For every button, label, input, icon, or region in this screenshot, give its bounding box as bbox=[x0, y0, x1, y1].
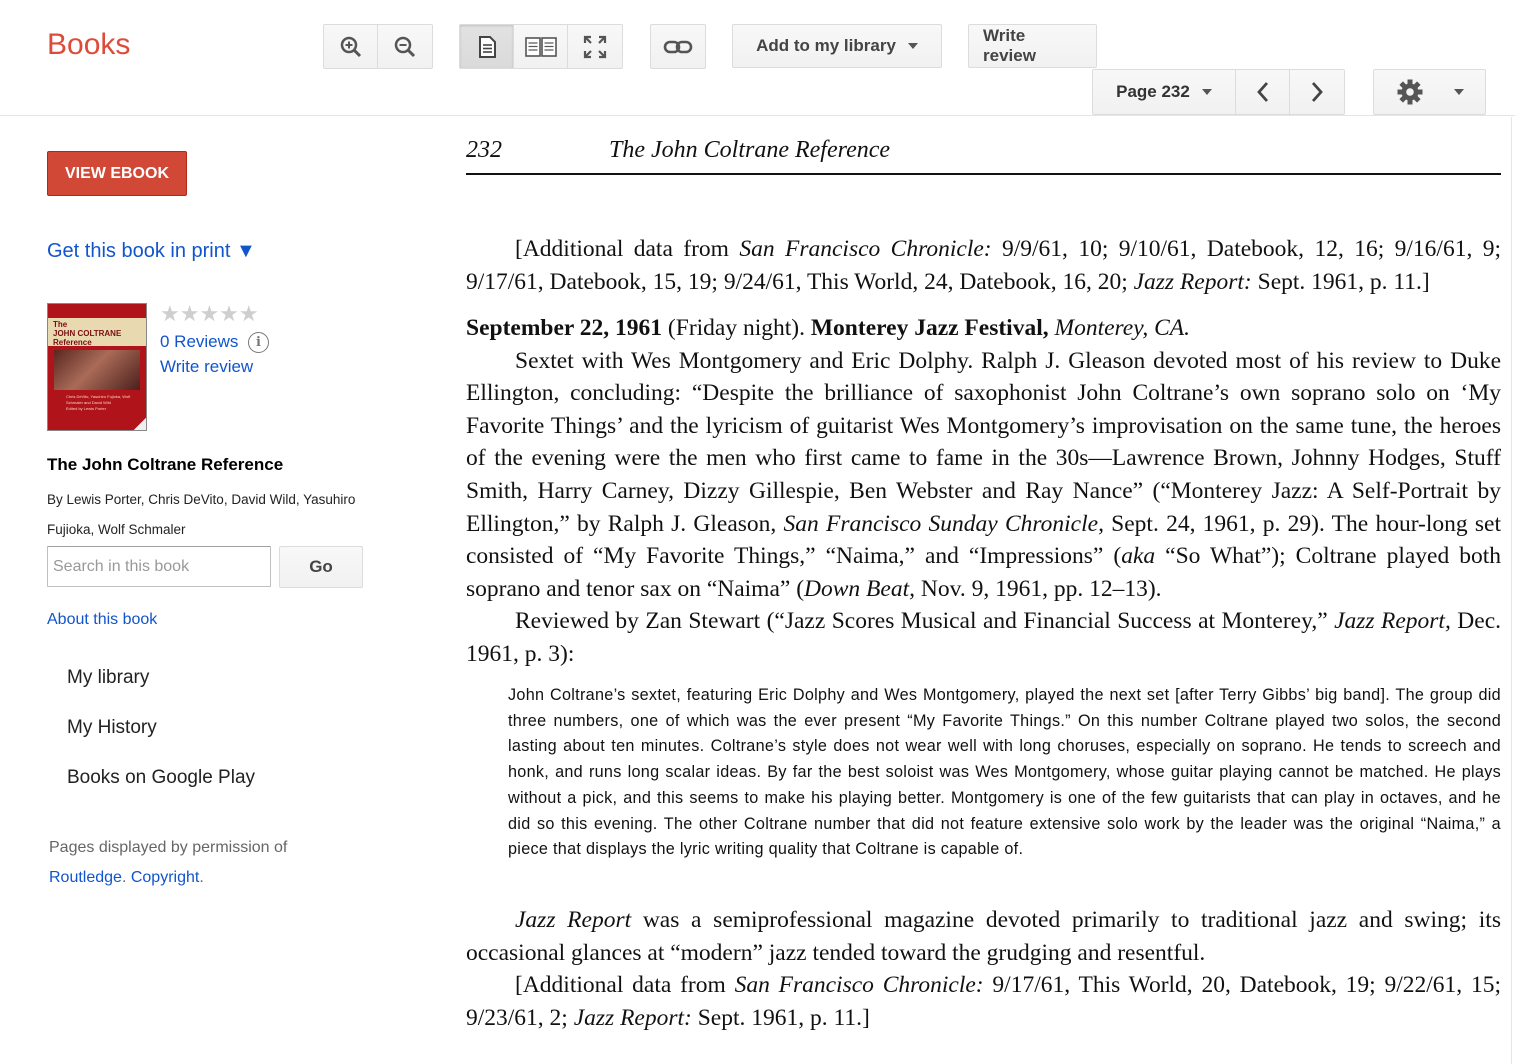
cover-title-line: The bbox=[53, 320, 68, 329]
get-book-in-print-link[interactable]: Get this book in print ▼ bbox=[47, 240, 256, 263]
write-review-link[interactable]: Write review bbox=[160, 357, 253, 377]
italic-run: Down Beat, bbox=[804, 575, 915, 602]
entry-body: September 22, 1961 (Friday night). Monte… bbox=[466, 312, 1501, 671]
text-run: Sept. 1961, p. 11.] bbox=[1251, 268, 1430, 295]
sidebar: VIEW EBOOK Get this book in print ▼ The … bbox=[0, 117, 430, 1064]
settings-control bbox=[1373, 69, 1486, 115]
paragraph-text: [Additional data from San Francisco Chro… bbox=[466, 969, 1501, 1034]
cover-authors: Chris DeVito, Yasuhiro Fujioka, Wolf Sch… bbox=[66, 394, 142, 412]
search-in-book-input[interactable] bbox=[47, 546, 271, 587]
single-page-icon bbox=[478, 35, 496, 58]
cover-editor-text: Edited by Lewis Porter bbox=[66, 406, 107, 411]
entry-heading: September 22, 1961 (Friday night). Monte… bbox=[466, 312, 1501, 345]
entry-date: September 22, 1961 bbox=[466, 315, 663, 341]
view-ebook-button[interactable]: VIEW EBOOK bbox=[47, 151, 187, 196]
top-toolbar: Books Add to my library Write review Pag… bbox=[0, 0, 1515, 116]
write-review-label: Write review bbox=[983, 26, 1036, 65]
books-logo[interactable]: Books bbox=[47, 28, 130, 62]
zoom-controls bbox=[323, 24, 433, 69]
previous-page-button[interactable] bbox=[1236, 70, 1290, 114]
italic-run: Jazz Report: bbox=[1133, 268, 1252, 295]
link-control bbox=[650, 24, 706, 69]
gear-icon bbox=[1397, 79, 1422, 105]
chevron-down-icon bbox=[1201, 89, 1212, 95]
text-run: Nov. 9, 1961, pp. 12–13). bbox=[915, 575, 1162, 602]
about-this-book-link[interactable]: About this book bbox=[47, 611, 157, 629]
settings-button[interactable] bbox=[1374, 70, 1485, 114]
text-run: [Additional data from bbox=[515, 236, 740, 262]
zoom-out-button[interactable] bbox=[378, 25, 432, 68]
two-page-icon bbox=[524, 36, 557, 57]
add-to-library-button[interactable]: Add to my library bbox=[732, 24, 942, 68]
paragraph-text: Sextet with Wes Montgomery and Eric Dolp… bbox=[466, 345, 1501, 606]
book-page-viewer[interactable]: 232 The John Coltrane Reference [Additio… bbox=[430, 117, 1512, 1064]
page-select-label: Page 232 bbox=[1116, 82, 1190, 101]
italic-run: aka bbox=[1121, 543, 1156, 570]
fullscreen-button[interactable] bbox=[568, 25, 622, 68]
single-page-view-button[interactable] bbox=[460, 25, 514, 68]
permission-text: Pages displayed by permission of bbox=[49, 839, 288, 856]
chevron-left-icon bbox=[1256, 82, 1268, 102]
search-go-button[interactable]: Go bbox=[279, 546, 363, 588]
italic-run: Jazz Report: bbox=[573, 1004, 692, 1031]
add-to-library-label: Add to my library bbox=[756, 36, 896, 55]
text-run: [Additional data from bbox=[515, 972, 735, 999]
page-curl-icon bbox=[133, 417, 146, 430]
next-page-button[interactable] bbox=[1290, 70, 1344, 114]
entry-location: Monterey, CA. bbox=[1048, 315, 1191, 341]
chevron-down-icon bbox=[1453, 89, 1464, 95]
zoom-in-icon bbox=[340, 36, 361, 57]
chevron-down-icon bbox=[907, 43, 918, 49]
text-run: (Friday night). bbox=[662, 315, 811, 341]
cover-title: The JOHN COLTRANE Reference bbox=[53, 320, 121, 347]
block-quote: John Coltrane’s sextet, featuring Eric D… bbox=[508, 686, 1501, 859]
entry-event: Monterey Jazz Festival, bbox=[810, 315, 1049, 341]
italic-run: San Francisco Chronicle: bbox=[734, 972, 984, 999]
permission-links: Routledge. Copyright. bbox=[49, 869, 204, 886]
cover-title-line: JOHN COLTRANE bbox=[53, 329, 122, 338]
paragraph-additional-data: [Additional data from San Francisco Chro… bbox=[466, 233, 1501, 298]
copyright-link[interactable]: Copyright bbox=[131, 869, 199, 886]
chevron-right-icon bbox=[1311, 82, 1323, 102]
paragraph-text: Jazz Report was a semiprofessional magaz… bbox=[466, 904, 1501, 969]
cover-title-line: Reference bbox=[53, 338, 92, 347]
text-run: Sept. 1961, p. 11.] bbox=[691, 1004, 870, 1031]
book-authors: By Lewis Porter, Chris DeVito, David Wil… bbox=[47, 492, 356, 537]
view-mode-controls bbox=[459, 24, 623, 69]
italic-run: San Francisco Chronicle: bbox=[739, 236, 992, 262]
sidebar-item-books-on-google-play[interactable]: Books on Google Play bbox=[67, 767, 255, 789]
page-navigation: Page 232 bbox=[1092, 69, 1345, 115]
italic-run: San Francisco Sunday Chronicle, bbox=[783, 510, 1104, 537]
zoom-in-button[interactable] bbox=[324, 25, 378, 68]
two-page-view-button[interactable] bbox=[514, 25, 568, 68]
running-title: The John Coltrane Reference bbox=[609, 137, 891, 163]
star-rating[interactable]: ★★★★★ bbox=[160, 303, 259, 325]
link-button[interactable] bbox=[651, 25, 705, 68]
write-review-button[interactable]: Write review bbox=[968, 24, 1097, 68]
permission-notice: Pages displayed by permission of Routled… bbox=[49, 833, 287, 893]
publisher-link[interactable]: Routledge bbox=[49, 869, 122, 886]
running-header: 232 The John Coltrane Reference bbox=[466, 137, 1501, 175]
info-icon[interactable]: i bbox=[248, 332, 269, 353]
italic-run: Jazz Report, bbox=[1334, 608, 1451, 635]
reviews-count-link[interactable]: 0 Reviews bbox=[160, 332, 238, 352]
closing-paragraphs: Jazz Report was a semiprofessional magaz… bbox=[466, 904, 1501, 1034]
book-title: The John Coltrane Reference bbox=[47, 455, 284, 474]
paragraph-text: [Additional data from San Francisco Chro… bbox=[466, 233, 1501, 298]
sidebar-item-my-history[interactable]: My History bbox=[67, 717, 157, 739]
text-run: Reviewed by Zan Stewart (“Jazz Scores Mu… bbox=[515, 608, 1335, 635]
page-select-dropdown[interactable]: Page 232 bbox=[1093, 70, 1236, 114]
fullscreen-icon bbox=[583, 35, 607, 58]
paragraph-text: Reviewed by Zan Stewart (“Jazz Scores Mu… bbox=[466, 605, 1501, 670]
cover-photo bbox=[54, 350, 140, 390]
italic-run: Jazz Report bbox=[515, 907, 632, 933]
cover-authors-text: Chris DeVito, Yasuhiro Fujioka, Wolf Sch… bbox=[66, 394, 131, 405]
page-number: 232 bbox=[466, 137, 502, 163]
book-cover-image[interactable]: The JOHN COLTRANE Reference Chris DeVito… bbox=[47, 303, 147, 431]
text-run: Sextet with Wes Montgomery and Eric Dolp… bbox=[466, 347, 1501, 537]
link-icon bbox=[663, 40, 693, 53]
sidebar-item-my-library[interactable]: My library bbox=[67, 667, 149, 689]
zoom-out-icon bbox=[394, 36, 416, 57]
